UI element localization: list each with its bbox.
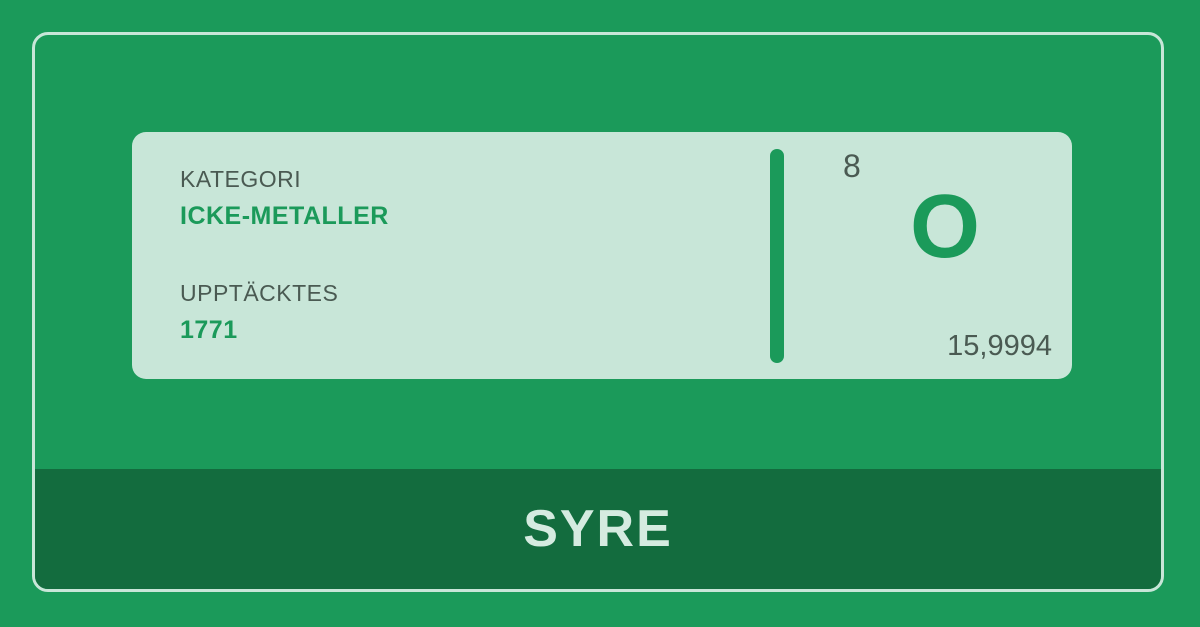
divider bbox=[770, 149, 784, 363]
element-name-bar: SYRE bbox=[35, 469, 1161, 589]
discovered-label: UPPTÄCKTES bbox=[180, 280, 339, 306]
category-value: ICKE-METALLER bbox=[180, 202, 389, 230]
element-symbol: O bbox=[909, 177, 980, 277]
element-name: SYRE bbox=[523, 500, 673, 558]
atomic-number: 8 bbox=[843, 148, 861, 184]
element-info-card: KATEGORI ICKE-METALLER UPPTÄCKTES 1771 8… bbox=[132, 132, 1072, 379]
category-label: KATEGORI bbox=[180, 166, 302, 192]
atomic-weight: 15,9994 bbox=[947, 330, 1052, 362]
discovered-value: 1771 bbox=[180, 316, 238, 344]
element-card-frame: KATEGORI ICKE-METALLER UPPTÄCKTES 1771 8… bbox=[32, 32, 1164, 592]
